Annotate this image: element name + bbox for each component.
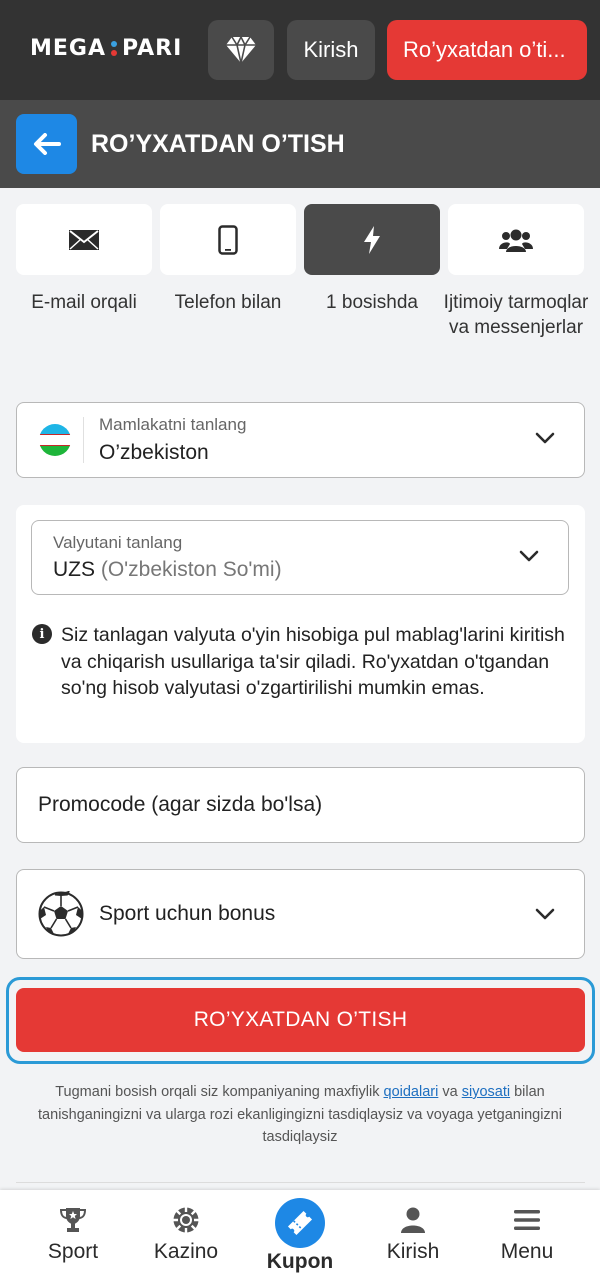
terms-text-middle: va — [438, 1084, 462, 1100]
users-icon — [499, 229, 533, 252]
top-header: MEGA PARI Kirish Ro’yxatdan o’ti... — [0, 0, 600, 100]
bonus-select[interactable]: Sport uchun bonus — [16, 869, 585, 959]
logo-dots — [111, 41, 118, 56]
currency-value: UZS (O'zbekiston So'mi) — [53, 558, 282, 582]
kupon-circle — [275, 1198, 325, 1248]
nav-sport-label: Sport — [47, 1240, 99, 1263]
nav-kupon[interactable]: Kupon — [245, 1190, 355, 1280]
policy-link[interactable]: siyosati — [462, 1084, 510, 1100]
nav-menu[interactable]: Menu — [472, 1190, 582, 1280]
trophy-icon — [59, 1208, 87, 1232]
promocode-placeholder: Promocode (agar sizda bo'lsa) — [38, 793, 323, 816]
chevron-down-icon — [519, 550, 539, 562]
tab-one-click-label: 1 bosishda — [326, 292, 418, 313]
logo-text-left: MEGA — [30, 36, 107, 61]
nav-kirish[interactable]: Kirish — [358, 1190, 468, 1280]
currency-name: (O'zbekiston So'mi) — [100, 558, 282, 581]
bottom-nav: Sport Kazino Kupon Kirish Menu — [0, 1190, 600, 1280]
submit-register-button[interactable]: RO’YXATDAN O’TISH — [16, 988, 585, 1052]
page-title-bar: RO’YXATDAN O’TISH — [0, 100, 600, 188]
divider — [16, 1182, 585, 1183]
tab-email-label: E-mail orqali — [31, 292, 137, 313]
terms-text-before: Tugmani bosish orqali siz kompaniyaning … — [55, 1084, 384, 1100]
ticket-icon — [287, 1210, 313, 1236]
casino-chip-icon — [173, 1207, 199, 1233]
info-icon: i — [32, 624, 52, 644]
chevron-down-icon — [535, 432, 555, 444]
nav-menu-label: Menu — [500, 1240, 554, 1263]
register-button[interactable]: Ro’yxatdan o’ti... — [387, 20, 587, 80]
nav-kazino[interactable]: Kazino — [131, 1190, 241, 1280]
arrow-left-icon — [33, 133, 61, 155]
nav-kupon-label: Kupon — [266, 1250, 334, 1273]
nav-kirish-label: Kirish — [386, 1240, 440, 1263]
tab-social-label: Ijtimoiy tarmoqlar va messenjerlar — [443, 292, 589, 338]
submit-focus-ring: RO’YXATDAN O’TISH — [6, 977, 595, 1064]
tab-email[interactable] — [16, 204, 152, 275]
diamond-icon — [226, 36, 256, 64]
country-value: O’zbekiston — [99, 441, 209, 464]
phone-icon — [218, 224, 238, 255]
envelope-icon — [69, 229, 99, 250]
back-button[interactable] — [16, 114, 77, 174]
hamburger-icon — [514, 1210, 540, 1230]
soccer-ball-icon — [38, 891, 84, 937]
page-title: RO’YXATDAN O’TISH — [91, 130, 345, 158]
megapari-logo[interactable]: MEGA PARI — [30, 36, 182, 61]
logo-text-right: PARI — [122, 36, 183, 61]
currency-code: UZS — [53, 558, 95, 581]
currency-label: Valyutani tanlang — [53, 533, 183, 552]
country-separator — [83, 417, 84, 463]
currency-info-text: Siz tanlagan valyuta o'yin hisobiga pul … — [61, 624, 565, 699]
country-select[interactable]: Mamlakatni tanlang O’zbekiston — [16, 402, 585, 478]
tab-one-click[interactable] — [304, 204, 440, 275]
nav-kazino-label: Kazino — [153, 1240, 219, 1263]
bonus-label: Sport uchun bonus — [99, 902, 276, 925]
rules-link[interactable]: qoidalari — [384, 1084, 439, 1100]
promocode-input[interactable]: Promocode (agar sizda bo'lsa) — [16, 767, 585, 843]
login-button[interactable]: Kirish — [287, 20, 375, 80]
currency-select[interactable]: Valyutani tanlang UZS (O'zbekiston So'mi… — [31, 520, 569, 595]
terms-text: Tugmani bosish orqali siz kompaniyaning … — [20, 1081, 580, 1149]
currency-card: Valyutani tanlang UZS (O'zbekiston So'mi… — [16, 505, 585, 743]
uzbekistan-flag-icon — [39, 424, 71, 456]
chevron-down-icon — [535, 908, 555, 920]
tab-social[interactable] — [448, 204, 584, 275]
country-label: Mamlakatni tanlang — [99, 415, 247, 434]
tab-phone[interactable] — [160, 204, 296, 275]
tab-phone-label: Telefon bilan — [174, 292, 282, 313]
bonus-diamond-button[interactable] — [208, 20, 274, 80]
nav-sport[interactable]: Sport — [18, 1190, 128, 1280]
lightning-icon — [364, 225, 380, 254]
user-icon — [401, 1207, 425, 1233]
